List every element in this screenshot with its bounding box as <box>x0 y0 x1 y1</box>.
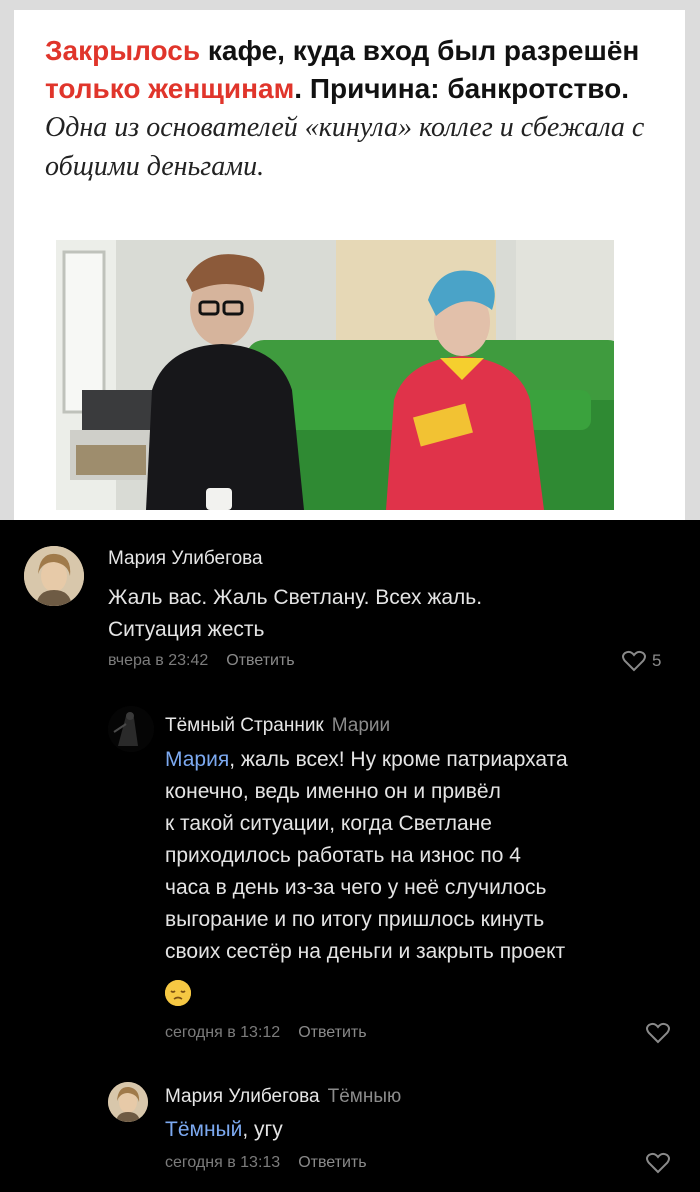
like-button[interactable] <box>646 1022 670 1044</box>
reply-to[interactable]: Марии <box>332 715 390 736</box>
comment-text: Мария, жаль всех! Ну кроме патриархата к… <box>165 744 685 968</box>
comment-line-text: , жаль всех! Ну кроме патриархата <box>229 748 568 771</box>
article-headline: Закрылось кафе, куда вход был разрешён т… <box>45 32 645 186</box>
sad-face-emoji <box>165 980 191 1006</box>
comment-author[interactable]: Мария Улибегова <box>108 548 263 570</box>
comment-line: Мария, жаль всех! Ну кроме патриархата <box>165 744 685 776</box>
comment-line-text: , угу <box>242 1118 283 1141</box>
comment-meta: сегодня в 13:13 Ответить <box>165 1154 367 1172</box>
comment-time: вчера в 23:42 <box>108 652 209 669</box>
comment-time: сегодня в 13:12 <box>165 1024 281 1041</box>
avatar[interactable] <box>24 546 84 606</box>
headline-text-2: . Причина: банкротство. <box>294 73 629 104</box>
heart-icon <box>646 1152 670 1174</box>
mention-link[interactable]: Тёмный <box>165 1118 242 1141</box>
comment-text: Тёмный, угу <box>165 1114 685 1146</box>
article-photo <box>56 240 614 510</box>
article-screenshot: Закрылось кафе, куда вход был разрешён т… <box>0 0 700 520</box>
comment-line: Ситуация жесть <box>108 618 265 641</box>
headline-text-1: кафе, куда вход был разрешён <box>200 35 640 66</box>
comment-line: Тёмный, угу <box>165 1114 685 1146</box>
headline-red-2: только женщинам <box>45 73 295 104</box>
comment-author: Мария Улибегова Тёмныю <box>165 1086 401 1108</box>
reply-button[interactable]: Ответить <box>226 652 294 669</box>
comment-meta: вчера в 23:42 Ответить <box>108 652 295 670</box>
heart-icon <box>622 650 646 672</box>
comment-line: конечно, ведь именно он и привёл <box>165 780 501 803</box>
like-count: 5 <box>652 651 662 670</box>
comment-line: выгорание и по итогу пришлось кинуть <box>165 908 545 931</box>
reply-to[interactable]: Тёмныю <box>328 1086 402 1107</box>
heart-icon <box>646 1022 670 1044</box>
comment-meta: сегодня в 13:12 Ответить <box>165 1024 367 1042</box>
headline-italic: Одна из основателей «кинула» коллег и сб… <box>45 112 645 182</box>
comment-line: к такой ситуации, когда Светлане <box>165 812 492 835</box>
comment-line: приходилось работать на износ по 4 <box>165 844 521 867</box>
avatar[interactable] <box>108 1082 148 1122</box>
avatar[interactable] <box>108 706 154 752</box>
reply-button[interactable]: Ответить <box>298 1154 366 1171</box>
comment-line: часа в день из-за чего у неё случилось <box>165 876 547 899</box>
reply-button[interactable]: Ответить <box>298 1024 366 1041</box>
comment-line: Жаль вас. Жаль Светлану. Всех жаль. <box>108 586 483 609</box>
comment-author: Тёмный Странник Марии <box>165 715 390 737</box>
comment-text: Жаль вас. Жаль Светлану. Всех жаль. Ситу… <box>108 582 668 646</box>
comment-author-name[interactable]: Мария Улибегова <box>165 1086 320 1107</box>
comment-time: сегодня в 13:13 <box>165 1154 281 1171</box>
comment-author-name[interactable]: Тёмный Странник <box>165 715 324 736</box>
headline-red-1: Закрылось <box>45 35 201 66</box>
like-button[interactable] <box>646 1152 670 1174</box>
comment-line: своих сестёр на деньги и закрыть проект <box>165 940 566 963</box>
mention-link[interactable]: Мария <box>165 748 229 771</box>
like-button[interactable]: 5 <box>622 650 661 672</box>
